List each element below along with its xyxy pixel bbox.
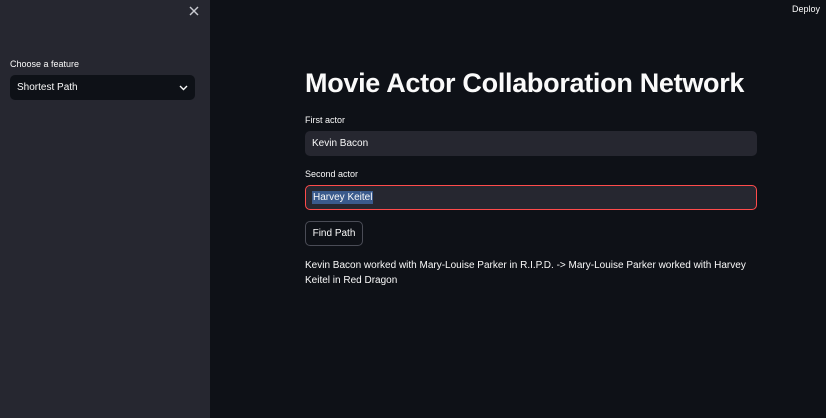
- chevron-down-icon: [179, 85, 188, 90]
- first-actor-label: First actor: [305, 115, 346, 125]
- close-icon: [189, 6, 199, 16]
- second-actor-input[interactable]: Harvey Keitel: [305, 185, 757, 210]
- second-actor-value: Harvey Keitel: [312, 191, 374, 204]
- close-sidebar-button[interactable]: [186, 3, 202, 19]
- sidebar: Choose a feature Shortest Path: [0, 0, 210, 418]
- feature-select-value: Shortest Path: [17, 82, 78, 93]
- page-title: Movie Actor Collaboration Network: [305, 68, 745, 98]
- first-actor-value: Kevin Bacon: [312, 138, 369, 149]
- feature-select[interactable]: Shortest Path: [10, 75, 195, 100]
- find-path-button[interactable]: Find Path: [305, 221, 363, 246]
- first-actor-input[interactable]: Kevin Bacon: [305, 131, 757, 156]
- deploy-button[interactable]: Deploy: [792, 4, 820, 14]
- second-actor-label: Second actor: [305, 169, 359, 179]
- feature-select-label: Choose a feature: [10, 59, 80, 69]
- result-text: Kevin Bacon worked with Mary-Louise Park…: [305, 260, 746, 286]
